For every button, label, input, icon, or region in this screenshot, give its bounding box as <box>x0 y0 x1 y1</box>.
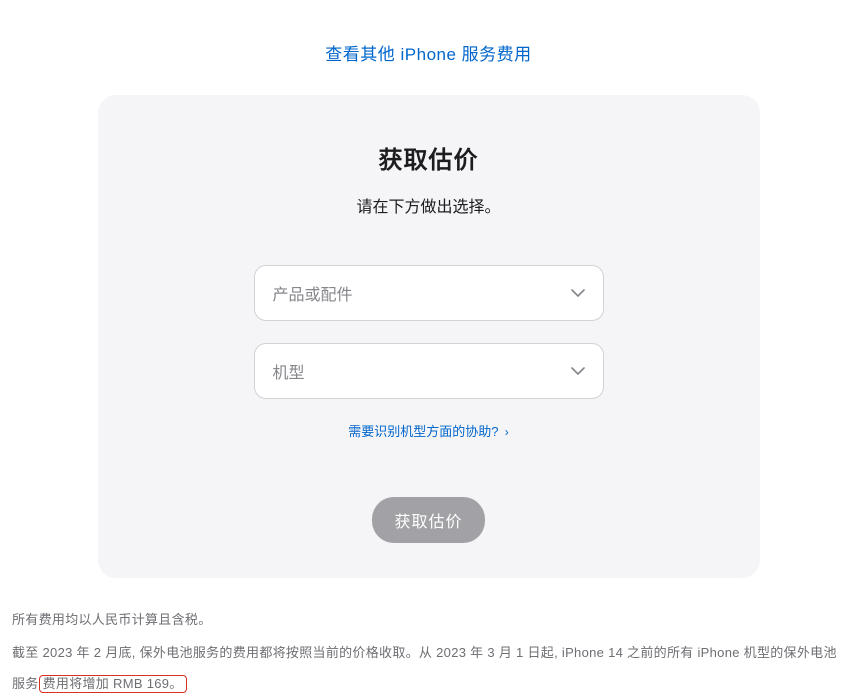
footer-line-1: 所有费用均以人民币计算且含税。 <box>12 604 845 635</box>
card-subtitle: 请在下方做出选择。 <box>138 193 720 217</box>
product-select[interactable]: 产品或配件 <box>254 265 604 321</box>
identify-model-help-link[interactable]: 需要识别机型方面的协助? › <box>348 424 509 439</box>
help-link-row: 需要识别机型方面的协助? › <box>138 421 720 441</box>
product-select-placeholder: 产品或配件 <box>273 281 353 305</box>
estimate-card: 获取估价 请在下方做出选择。 产品或配件 机型 需要识别机型方面的协助? › <box>98 95 760 578</box>
chevron-down-icon <box>571 289 585 297</box>
chevron-right-icon: › <box>501 425 508 439</box>
model-select-placeholder: 机型 <box>273 359 305 383</box>
other-iphone-service-link[interactable]: 查看其他 iPhone 服务费用 <box>325 45 531 64</box>
product-select-wrapper: 产品或配件 <box>254 265 604 321</box>
footer-line-2: 截至 2023 年 2 月底, 保外电池服务的费用都将按照当前的价格收取。从 2… <box>12 637 845 699</box>
footer-text: 所有费用均以人民币计算且含税。 截至 2023 年 2 月底, 保外电池服务的费… <box>10 578 847 700</box>
top-link-row: 查看其他 iPhone 服务费用 <box>10 0 847 95</box>
get-estimate-button[interactable]: 获取估价 <box>372 497 484 543</box>
footer-highlight: 费用将增加 RMB 169。 <box>39 675 187 693</box>
chevron-down-icon <box>571 367 585 375</box>
model-select-wrapper: 机型 <box>254 343 604 399</box>
help-link-label: 需要识别机型方面的协助? <box>348 424 498 439</box>
model-select[interactable]: 机型 <box>254 343 604 399</box>
card-title: 获取估价 <box>138 140 720 175</box>
